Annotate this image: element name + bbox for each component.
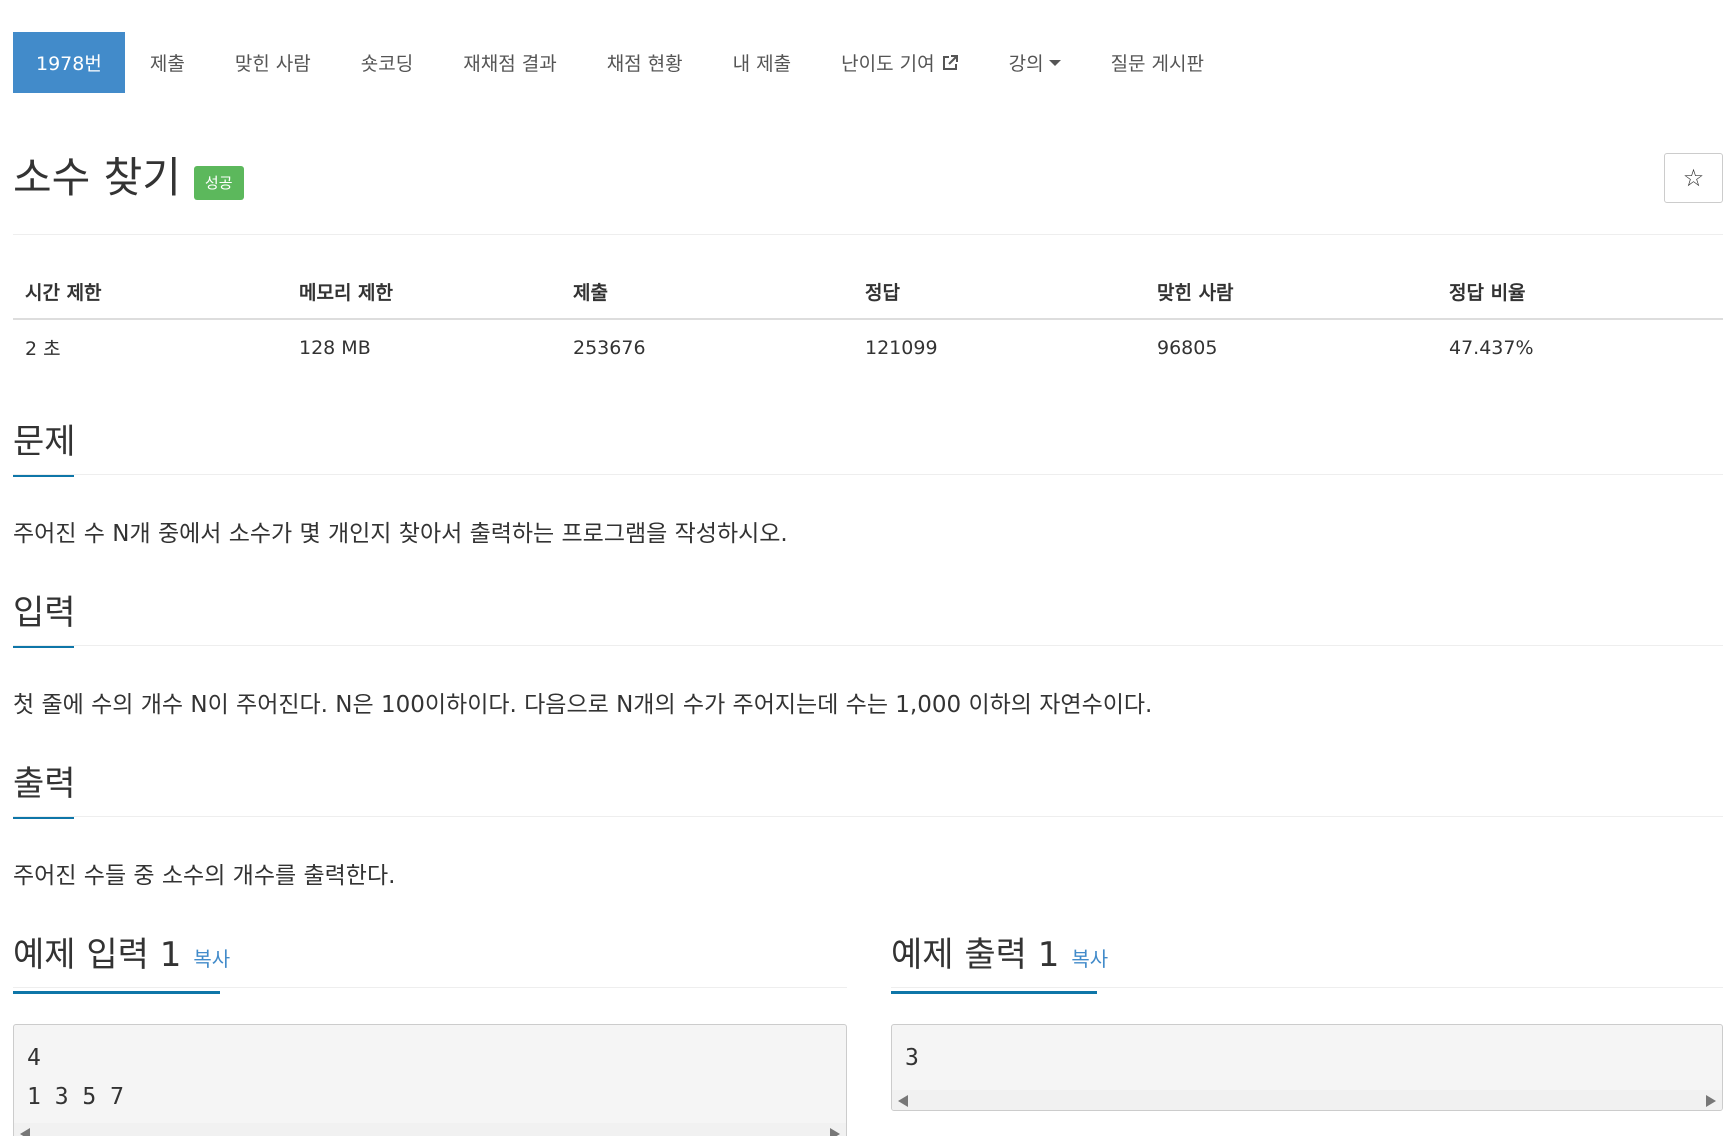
output-heading: 출력 — [13, 762, 76, 819]
header-time-limit: 시간 제한 — [13, 270, 287, 320]
input-description: 첫 줄에 수의 개수 N이 주어진다. N은 100이하이다. 다음으로 N개의… — [13, 692, 1153, 718]
input-heading: 입력 — [13, 591, 76, 648]
problem-title-row: 소수 찾기 성공 — [13, 150, 244, 206]
scroll-right-icon[interactable] — [1706, 1095, 1716, 1107]
table-row: 2 초 128 MB 253676 121099 96805 47.437% — [13, 319, 1723, 375]
input-heading-text: 입력 — [13, 593, 76, 633]
heading-underline — [891, 991, 1097, 994]
star-icon: ☆ — [1682, 164, 1705, 192]
horizontal-scrollbar[interactable] — [892, 1090, 1722, 1110]
table-header-row: 시간 제한 메모리 제한 제출 정답 맞힌 사람 정답 비율 — [13, 270, 1723, 320]
nav-my-submissions[interactable]: 내 제출 — [708, 32, 816, 93]
problem-info-table: 시간 제한 메모리 제한 제출 정답 맞힌 사람 정답 비율 2 초 128 M… — [13, 270, 1723, 375]
sample-input-content: 4 1 3 5 7 — [27, 1045, 124, 1110]
caret-down-icon — [1048, 59, 1061, 66]
title-divider — [13, 234, 1723, 235]
copy-sample-output-button[interactable]: 복사 — [1071, 947, 1108, 971]
sample-output-box[interactable]: 3 — [891, 1024, 1723, 1111]
section-divider — [13, 987, 847, 988]
value-accept-ratio: 47.437% — [1449, 336, 1534, 359]
output-description: 주어진 수들 중 소수의 개수를 출력한다. — [13, 863, 396, 889]
nav-solved-users[interactable]: 맞힌 사람 — [210, 32, 336, 93]
problem-description: 주어진 수 N개 중에서 소수가 몇 개인지 찾아서 출력하는 프로그램을 작성… — [13, 521, 788, 547]
header-accept-ratio: 정답 비율 — [1437, 270, 1723, 320]
value-submissions: 253676 — [573, 336, 646, 359]
nav-difficulty-contribution[interactable]: 난이도 기여 — [816, 32, 983, 93]
value-memory-limit: 128 MB — [299, 336, 371, 359]
external-link-icon — [942, 54, 958, 70]
sample-input-heading-text: 예제 입력 1 — [13, 935, 182, 975]
section-divider — [13, 645, 1723, 646]
nav-difficulty-label: 난이도 기여 — [841, 53, 935, 75]
nav-short-coding[interactable]: 숏코딩 — [336, 32, 438, 93]
nav-status[interactable]: 채점 현황 — [582, 32, 708, 93]
nav-problem-number[interactable]: 1978번 — [13, 32, 125, 93]
value-time-limit: 2 초 — [25, 338, 61, 360]
section-divider — [13, 474, 1723, 475]
section-divider — [891, 987, 1723, 988]
sample-input-heading: 예제 입력 1 복사 — [13, 933, 230, 994]
sample-output-heading: 예제 출력 1 복사 — [891, 933, 1108, 994]
horizontal-scrollbar[interactable] — [14, 1123, 846, 1136]
heading-underline — [13, 991, 220, 994]
scroll-left-icon[interactable] — [20, 1128, 30, 1136]
problem-heading: 문제 — [13, 420, 76, 477]
nav-rejudge-results[interactable]: 재채점 결과 — [438, 32, 581, 93]
header-solved-users: 맞힌 사람 — [1145, 270, 1437, 320]
scroll-right-icon[interactable] — [830, 1128, 840, 1136]
favorite-button[interactable]: ☆ — [1664, 153, 1723, 203]
section-divider — [13, 816, 1723, 817]
nav-lectures-label: 강의 — [1008, 53, 1044, 75]
sample-input-box[interactable]: 4 1 3 5 7 — [13, 1024, 847, 1136]
status-badge: 성공 — [193, 166, 244, 200]
nav-submit[interactable]: 제출 — [125, 32, 210, 93]
copy-sample-input-button[interactable]: 복사 — [193, 947, 230, 971]
nav-question-board[interactable]: 질문 게시판 — [1086, 32, 1229, 93]
header-memory-limit: 메모리 제한 — [287, 270, 561, 320]
header-submissions: 제출 — [561, 270, 853, 320]
output-heading-text: 출력 — [13, 764, 76, 804]
value-solved-users: 96805 — [1157, 336, 1218, 359]
sample-output-heading-text: 예제 출력 1 — [891, 935, 1060, 975]
problem-nav: 1978번 제출 맞힌 사람 숏코딩 재채점 결과 채점 현황 내 제출 난이도… — [13, 32, 1229, 93]
sample-output-content: 3 — [905, 1045, 919, 1071]
scroll-left-icon[interactable] — [898, 1095, 908, 1107]
nav-lectures-dropdown[interactable]: 강의 — [984, 32, 1086, 93]
header-accepted: 정답 — [853, 270, 1145, 320]
problem-heading-text: 문제 — [13, 422, 76, 462]
value-accepted: 121099 — [865, 336, 938, 359]
page-title: 소수 찾기 — [13, 153, 181, 202]
